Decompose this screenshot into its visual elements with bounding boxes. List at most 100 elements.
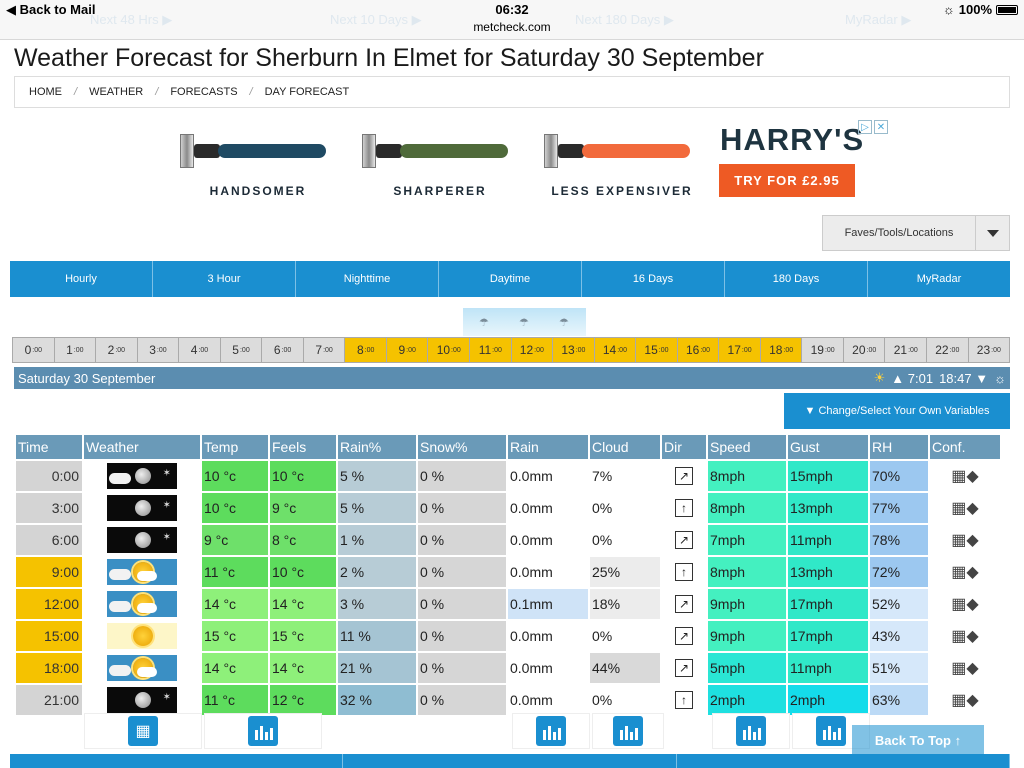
weather-cell: ✶ xyxy=(84,493,200,523)
harrys-advert[interactable]: HANDSOMER SHARPERER LESS EXPENSIVER HARR… xyxy=(178,118,888,208)
faves-tools-dropdown[interactable]: Faves/Tools/Locations xyxy=(822,215,1010,251)
temp-cell: 11 °c xyxy=(202,557,268,587)
hour-cell[interactable]: 22:00 xyxy=(927,338,969,362)
map-view-button[interactable]: ▦ xyxy=(84,713,202,749)
col-speed: Speed xyxy=(708,435,786,459)
confidence-icon[interactable]: ▦◆ xyxy=(951,692,978,709)
hour-cell[interactable]: 3:00 xyxy=(137,338,180,362)
hour-cell[interactable]: 1:00 xyxy=(54,338,97,362)
col-weather: Weather xyxy=(84,435,200,459)
tab-nighttime[interactable]: Nighttime xyxy=(296,261,439,297)
hour-cell[interactable]: 8:00 xyxy=(345,338,387,362)
cloud-chart-button[interactable] xyxy=(592,713,664,749)
wind-speed-cell: 8mph xyxy=(708,557,786,587)
confidence-icon[interactable]: ▦◆ xyxy=(951,660,978,677)
breadcrumb-separator: / xyxy=(155,86,159,98)
battery-percent: 100% xyxy=(958,2,992,17)
night-clear-icon: ✶ xyxy=(107,687,177,713)
hour-cell[interactable]: 5:00 xyxy=(220,338,263,362)
snow-percent-cell: 0 % xyxy=(418,685,506,715)
ad-choices[interactable]: ▷ ✕ xyxy=(858,120,888,134)
confidence-cell: ▦◆ xyxy=(930,493,1000,523)
hour-cell[interactable]: 4:00 xyxy=(179,338,221,362)
wind-speed-cell: 9mph xyxy=(708,621,786,651)
hour-cell[interactable]: 2:00 xyxy=(96,338,138,362)
temp-chart-button[interactable] xyxy=(204,713,322,749)
hour-cell[interactable]: 0:00 xyxy=(13,338,55,362)
confidence-icon[interactable]: ▦◆ xyxy=(951,596,978,613)
cloud-cell: 25% xyxy=(590,557,660,587)
tab-3-hour[interactable]: 3 Hour xyxy=(153,261,296,297)
hour-cell[interactable]: 11:00 xyxy=(470,338,512,362)
rain-amount-cell: 0.0mm xyxy=(508,525,588,555)
feels-cell: 10 °c xyxy=(270,461,336,491)
humidity-cell: 70% xyxy=(870,461,928,491)
hour-cell[interactable]: 12:00 xyxy=(511,338,554,362)
hour-cell[interactable]: 16:00 xyxy=(677,338,720,362)
hour-cell[interactable]: 20:00 xyxy=(843,338,886,362)
hour-cell[interactable]: 15:00 xyxy=(636,338,678,362)
tab-16-days[interactable]: 16 Days xyxy=(582,261,725,297)
rain-amount-cell: 0.1mm xyxy=(508,589,588,619)
cloud-cell: 0% xyxy=(590,685,660,715)
hour-cell[interactable]: 6:00 xyxy=(262,338,304,362)
url-bar[interactable]: metcheck.com xyxy=(0,20,1024,34)
confidence-icon[interactable]: ▦◆ xyxy=(951,564,978,581)
gust-cell: 11mph xyxy=(788,653,868,683)
feels-cell: 10 °c xyxy=(270,557,336,587)
breadcrumb-day-forecast[interactable]: DAY FORECAST xyxy=(265,86,350,98)
gust-cell: 11mph xyxy=(788,525,868,555)
change-variables-button[interactable]: ▼ Change/Select Your Own Variables xyxy=(784,393,1010,429)
tab-myradar[interactable]: MyRadar xyxy=(868,261,1010,297)
confidence-icon[interactable]: ▦◆ xyxy=(951,500,978,517)
wind-arrow-icon: ↗ xyxy=(675,659,693,677)
wind-direction-cell: ↑ xyxy=(662,493,706,523)
faves-label: Faves/Tools/Locations xyxy=(844,227,954,239)
night-clear-icon: ✶ xyxy=(107,527,177,553)
ad-close-icon[interactable]: ✕ xyxy=(874,120,888,134)
cloud-cell: 44% xyxy=(590,653,660,683)
breadcrumb-home[interactable]: HOME xyxy=(29,86,62,98)
confidence-icon[interactable]: ▦◆ xyxy=(951,532,978,549)
forecast-tabs: Hourly 3 Hour Nighttime Daytime 16 Days … xyxy=(10,261,1010,297)
snow-percent-cell: 0 % xyxy=(418,461,506,491)
ios-status-bar: ◀ Back to Mail Next 48 Hrs ▶ Next 10 Day… xyxy=(0,0,1024,40)
speed-chart-button[interactable] xyxy=(712,713,790,749)
hour-cell[interactable]: 23:00 xyxy=(968,338,1010,362)
confidence-cell: ▦◆ xyxy=(930,525,1000,555)
rain-chart-button[interactable] xyxy=(512,713,590,749)
hour-cell[interactable]: 18:00 xyxy=(760,338,803,362)
confidence-icon[interactable]: ▦◆ xyxy=(951,628,978,645)
confidence-cell: ▦◆ xyxy=(930,685,1000,715)
hour-cell[interactable]: 13:00 xyxy=(553,338,595,362)
humidity-cell: 72% xyxy=(870,557,928,587)
breadcrumb-weather[interactable]: WEATHER xyxy=(89,86,143,98)
hour-cell[interactable]: 21:00 xyxy=(885,338,928,362)
tab-180-days[interactable]: 180 Days xyxy=(725,261,868,297)
back-to-top-button[interactable]: Back To Top ↑ xyxy=(852,725,984,755)
tab-daytime[interactable]: Daytime xyxy=(439,261,582,297)
hour-cell[interactable]: 17:00 xyxy=(719,338,761,362)
hour-cell[interactable]: 10:00 xyxy=(428,338,471,362)
hour-cell[interactable]: 19:00 xyxy=(802,338,844,362)
ad-cta-button[interactable]: TRY FOR £2.95 xyxy=(719,164,855,197)
breadcrumb-forecasts[interactable]: FORECASTS xyxy=(170,86,237,98)
sun-cloud-icon xyxy=(107,655,177,681)
time-cell: 6:00 xyxy=(16,525,82,555)
rain-percent-cell: 5 % xyxy=(338,461,416,491)
hour-cell[interactable]: 14:00 xyxy=(594,338,637,362)
hour-cell[interactable]: 7:00 xyxy=(303,338,346,362)
tab-hourly[interactable]: Hourly xyxy=(10,261,153,297)
chevron-down-icon[interactable] xyxy=(975,216,1009,250)
rain-amount-cell: 0.0mm xyxy=(508,493,588,523)
time-cell: 12:00 xyxy=(16,589,82,619)
col-temp: Temp xyxy=(202,435,268,459)
rain-amount-cell: 0.0mm xyxy=(508,621,588,651)
table-header-row: Time Weather Temp Feels Rain% Snow% Rain… xyxy=(16,435,1000,459)
snow-percent-cell: 0 % xyxy=(418,589,506,619)
umbrella-icon: ☂ xyxy=(559,317,569,329)
ad-info-icon[interactable]: ▷ xyxy=(858,120,872,134)
confidence-icon[interactable]: ▦◆ xyxy=(951,468,978,485)
wind-arrow-icon: ↑ xyxy=(675,499,693,517)
hour-cell[interactable]: 9:00 xyxy=(386,338,429,362)
